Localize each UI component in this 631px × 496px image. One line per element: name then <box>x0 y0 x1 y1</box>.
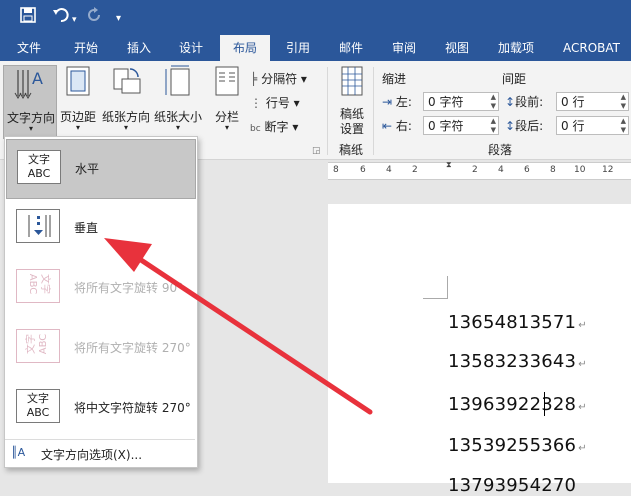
red-arrow-annotation <box>104 238 373 415</box>
